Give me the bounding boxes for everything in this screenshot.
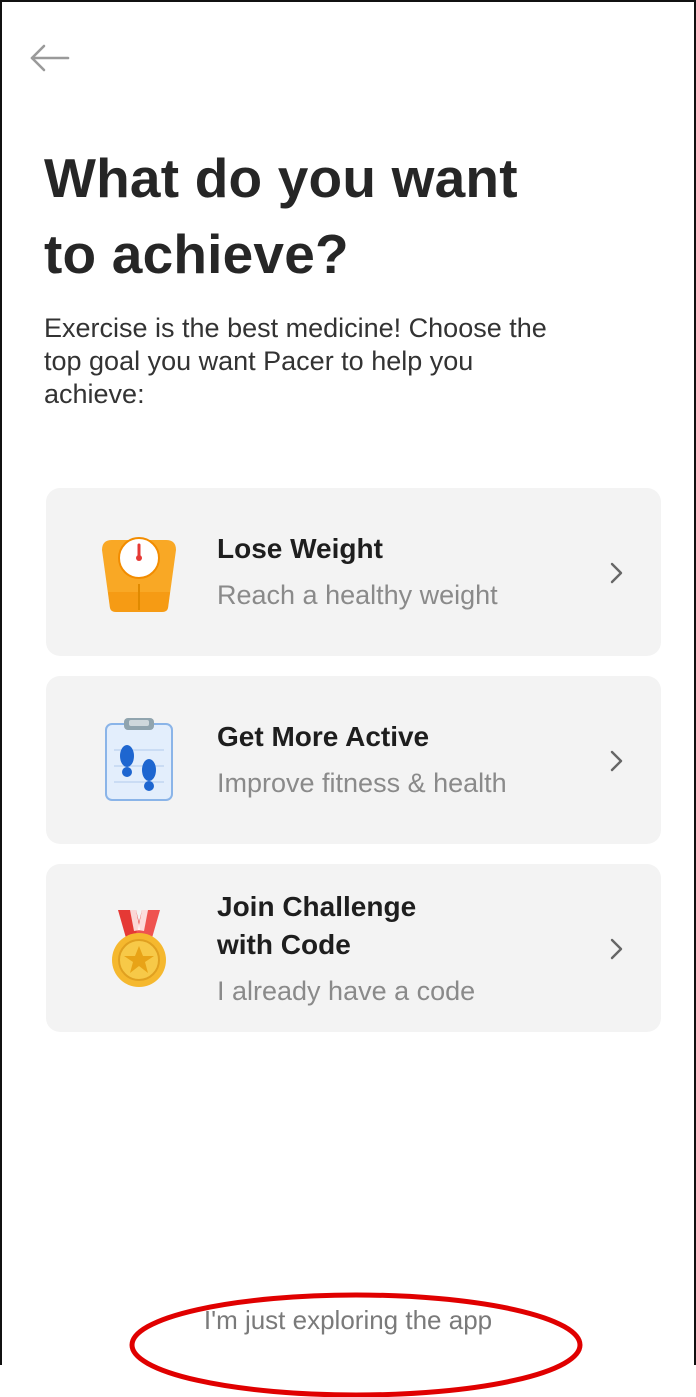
goal-text: Lose Weight Reach a healthy weight xyxy=(217,530,597,614)
goal-description: Reach a healthy weight xyxy=(217,580,498,610)
chevron-right-icon xyxy=(605,746,629,776)
subtitle-line-2: top goal you want Pacer to help you xyxy=(44,346,474,376)
goal-name: Get More Active xyxy=(217,721,430,752)
subtitle-line-1: Exercise is the best medicine! Choose th… xyxy=(44,313,547,343)
back-button[interactable] xyxy=(26,38,74,78)
title-line-1: What do you want xyxy=(44,147,518,209)
goal-card-join-challenge[interactable]: Join Challenge with Code I already have … xyxy=(46,864,661,1032)
chevron-right-icon xyxy=(605,934,629,964)
arrow-left-icon xyxy=(30,44,70,72)
goal-text: Get More Active Improve fitness & health xyxy=(217,718,597,802)
goal-description: Improve fitness & health xyxy=(217,768,507,798)
goal-name-line-2: with Code xyxy=(217,929,351,960)
goal-name: Lose Weight xyxy=(217,533,383,564)
scale-icon xyxy=(96,528,182,614)
subtitle-line-3: achieve: xyxy=(44,379,145,409)
title-line-2: to achieve? xyxy=(44,223,349,285)
page-title: What do you want to achieve? xyxy=(44,140,654,292)
medal-icon xyxy=(96,904,182,990)
goal-name-line-1: Join Challenge xyxy=(217,891,417,922)
explore-app-link[interactable]: I'm just exploring the app xyxy=(0,1303,696,1337)
goal-card-get-more-active[interactable]: Get More Active Improve fitness & health xyxy=(46,676,661,844)
goal-card-lose-weight[interactable]: Lose Weight Reach a healthy weight xyxy=(46,488,661,656)
goal-text: Join Challenge with Code I already have … xyxy=(217,888,597,1010)
page-subtitle: Exercise is the best medicine! Choose th… xyxy=(44,312,644,411)
chevron-right-icon xyxy=(605,558,629,588)
clipboard-footprints-icon xyxy=(96,716,182,802)
goal-description: I already have a code xyxy=(217,976,476,1006)
